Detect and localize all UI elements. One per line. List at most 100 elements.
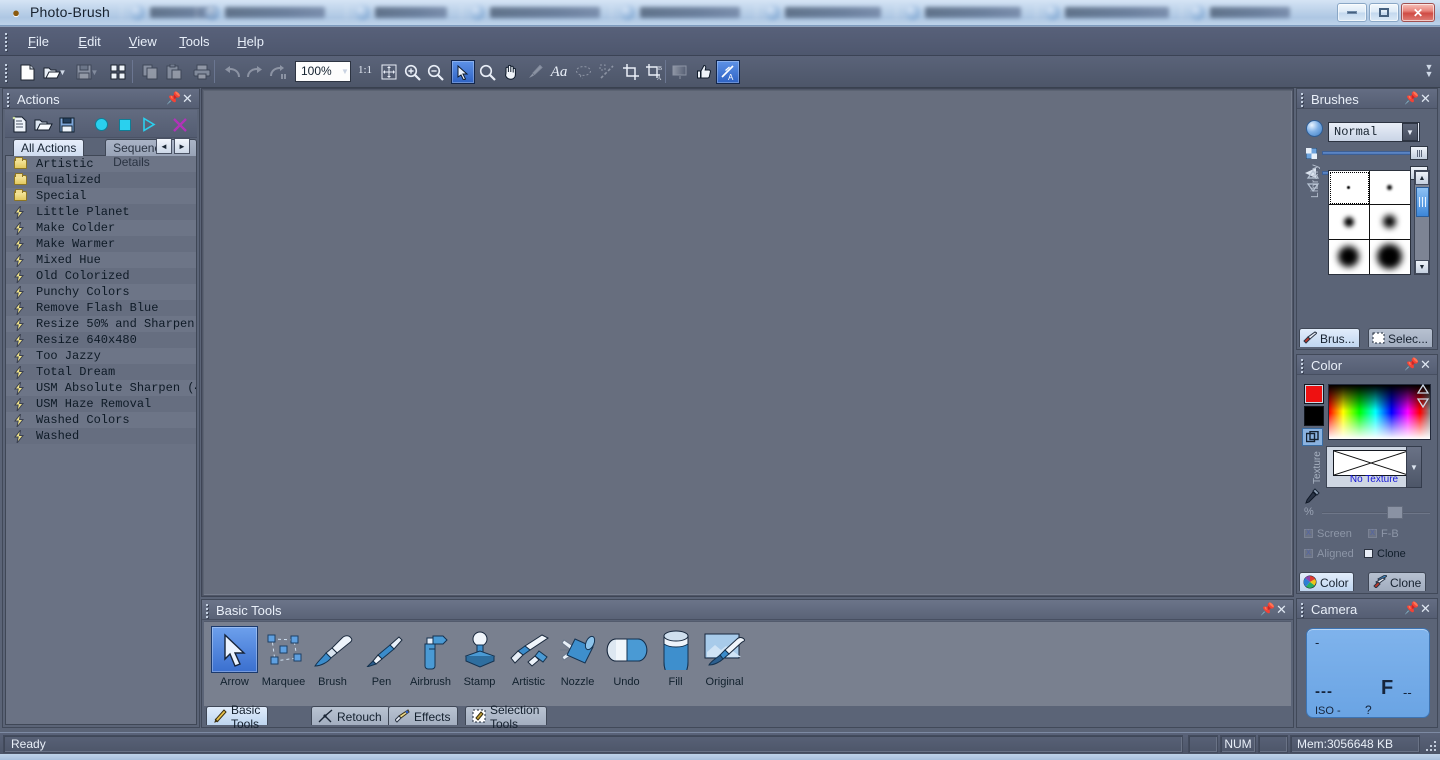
close-icon[interactable]: ✕	[1419, 602, 1432, 616]
pin-icon[interactable]: 📌	[1404, 358, 1417, 372]
text-tool-button[interactable]: Aa	[547, 60, 571, 84]
tab-clone[interactable]: Clone	[1368, 572, 1426, 591]
checkbox-clone[interactable]: Clone	[1364, 548, 1406, 562]
brush-mode-dropdown[interactable]: Normal ▼	[1328, 122, 1420, 142]
action-item-row[interactable]: Make Warmer	[6, 236, 196, 252]
action-item-row[interactable]: Remove Flash Blue	[6, 300, 196, 316]
checkbox-box[interactable]	[1304, 529, 1313, 538]
zoom-in-button[interactable]	[400, 60, 424, 84]
menu-item-help[interactable]: Help	[229, 32, 272, 52]
eyedropper-icon[interactable]	[1304, 488, 1320, 504]
brush-tip-6[interactable]	[1370, 240, 1411, 274]
brush-tip-4[interactable]	[1370, 205, 1411, 239]
action-item-row[interactable]: Washed Colors	[6, 412, 196, 428]
tab-scroll-right-button[interactable]: ►	[174, 138, 190, 154]
tab-color[interactable]: Color	[1299, 572, 1354, 591]
browse-thumbnails-button[interactable]	[106, 60, 130, 84]
action-item-row[interactable]: USM Absolute Sharpen (4pass)	[6, 380, 196, 396]
slider-thumb[interactable]	[1387, 506, 1403, 519]
tab-effects[interactable]: Effects	[388, 706, 458, 725]
brush-library-grid[interactable]	[1328, 170, 1411, 275]
canvas-area[interactable]	[201, 88, 1294, 597]
stop-action-button[interactable]	[114, 114, 136, 135]
actions-list[interactable]: ArtisticEqualizedSpecialLittle PlanetMak…	[5, 155, 197, 725]
background-color-swatch[interactable]	[1304, 406, 1324, 426]
action-item-row[interactable]: Total Dream	[6, 364, 196, 380]
panel-gripper[interactable]	[1301, 359, 1305, 375]
tool-fill[interactable]: Fill	[652, 626, 699, 704]
action-item-row[interactable]: Mixed Hue	[6, 252, 196, 268]
action-item-row[interactable]: Resize 50% and Sharpen	[6, 316, 196, 332]
opacity-slider[interactable]	[1304, 146, 1428, 160]
magic-wand-button[interactable]	[595, 60, 619, 84]
new-action-button[interactable]	[9, 114, 31, 135]
play-action-button[interactable]	[138, 114, 160, 135]
menu-item-view[interactable]: View	[121, 32, 165, 52]
action-item-row[interactable]: Too Jazzy	[6, 348, 196, 364]
lasso-tool-button[interactable]	[571, 60, 595, 84]
scrollbar-thumb[interactable]	[1416, 187, 1429, 217]
brush-tip-2[interactable]	[1370, 171, 1411, 205]
checkbox-screen[interactable]: Screen	[1304, 528, 1352, 542]
tool-marquee[interactable]: Marquee	[260, 626, 307, 704]
brush-tool-button[interactable]	[523, 60, 547, 84]
tool-stamp[interactable]: Stamp	[456, 626, 503, 704]
tab-brus[interactable]: Brus...	[1299, 328, 1360, 347]
redo-button[interactable]	[243, 60, 267, 84]
checkbox-fb[interactable]: F-B	[1368, 528, 1399, 542]
tab-scroll-left-button[interactable]: ◄	[156, 138, 172, 154]
tab-selection-tools[interactable]: Selection Tools	[465, 706, 547, 725]
pin-icon[interactable]: 📌	[1404, 602, 1417, 616]
thumbs-up-button[interactable]	[692, 60, 716, 84]
tab-basic-tools[interactable]: Basic Tools	[206, 706, 268, 725]
gradient-tool-button[interactable]	[668, 60, 692, 84]
tab-retouch[interactable]: Retouch	[311, 706, 390, 725]
copy-button[interactable]	[138, 60, 162, 84]
fit-to-window-button[interactable]	[377, 60, 401, 84]
menu-item-tools[interactable]: Tools	[171, 32, 217, 52]
arrow-tool-button[interactable]	[451, 60, 475, 84]
new-document-button[interactable]	[16, 60, 40, 84]
chevron-down-icon[interactable]: ▼	[1402, 123, 1418, 141]
pin-icon[interactable]: 📌	[1260, 603, 1273, 617]
menu-gripper[interactable]	[5, 33, 9, 53]
clone-percent-slider[interactable]: %	[1304, 506, 1430, 520]
print-button[interactable]	[190, 60, 214, 84]
toolbar-overflow-button[interactable]: ▼▼	[1424, 64, 1434, 78]
open-action-button[interactable]	[32, 114, 54, 135]
tool-artistic[interactable]: Artistic	[505, 626, 552, 704]
checkbox-aligned[interactable]: Aligned	[1304, 548, 1354, 562]
panel-gripper[interactable]	[206, 604, 210, 620]
close-icon[interactable]: ✕	[1419, 358, 1432, 372]
close-button[interactable]: ✕	[1401, 3, 1435, 22]
slider-track[interactable]	[1322, 512, 1430, 514]
foreground-color-swatch[interactable]	[1304, 384, 1324, 404]
maximize-button[interactable]	[1369, 3, 1399, 22]
checkbox-box[interactable]	[1364, 549, 1373, 558]
camera-lcd-display[interactable]: - --- F -- ISO - ?	[1306, 628, 1430, 718]
panel-gripper[interactable]	[7, 93, 11, 109]
swap-colors-icon[interactable]	[1302, 428, 1323, 446]
tool-undo[interactable]: Undo	[603, 626, 650, 704]
close-icon[interactable]: ✕	[1419, 92, 1432, 106]
save-action-button[interactable]	[56, 114, 78, 135]
crop-tool-button[interactable]	[619, 60, 643, 84]
action-item-row[interactable]: Little Planet	[6, 204, 196, 220]
toolbar-gripper[interactable]	[5, 64, 9, 84]
color-brightness-spinner[interactable]	[1416, 384, 1430, 408]
zoom-level-dropdown-arrow[interactable]: ▼	[338, 61, 352, 82]
action-item-row[interactable]: USM Haze Removal	[6, 396, 196, 412]
close-icon[interactable]: ✕	[1275, 603, 1288, 617]
action-folder-row[interactable]: Artistic	[6, 156, 196, 172]
paste-button[interactable]	[162, 60, 186, 84]
empty-canvas[interactable]	[203, 90, 1292, 595]
brush-library-scrollbar[interactable]: ▲ ▼	[1414, 170, 1430, 275]
tool-brush[interactable]: Brush	[309, 626, 356, 704]
minimize-button[interactable]	[1337, 3, 1367, 22]
history-button[interactable]	[266, 60, 290, 84]
perspective-crop-button[interactable]: B A	[643, 60, 667, 84]
pin-icon[interactable]: 📌	[166, 92, 179, 106]
menu-item-file[interactable]: File	[20, 32, 57, 52]
action-item-row[interactable]: Make Colder	[6, 220, 196, 236]
tool-original[interactable]: Original	[701, 626, 748, 704]
